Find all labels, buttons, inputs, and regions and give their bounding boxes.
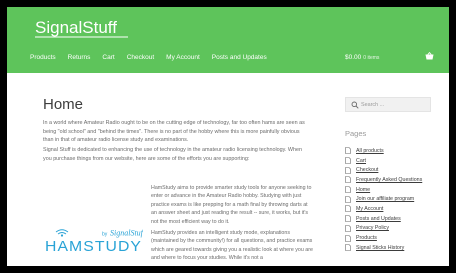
page-icon: [345, 176, 351, 184]
page-link-all-products[interactable]: All products: [345, 146, 422, 156]
page-icon: [345, 225, 351, 232]
pages-heading: Pages: [345, 129, 367, 138]
hamstudy-logo-by: by: [102, 232, 108, 238]
site-logo-text: SignalStuff: [35, 18, 117, 37]
page-link-checkout[interactable]: Checkout: [345, 165, 422, 175]
nav-item-posts-and-updates[interactable]: Posts and Updates: [212, 54, 267, 61]
page-link-products[interactable]: Products: [345, 233, 422, 243]
page-link-posts-and-updates[interactable]: Posts and Updates: [345, 214, 422, 224]
hamstudy-logo-word: HAMSTUDY: [45, 238, 142, 255]
search-placeholder: Search ...: [361, 101, 385, 108]
cart-icon[interactable]: [425, 52, 434, 60]
page-link-cart[interactable]: Cart: [345, 156, 422, 166]
page-icon: [345, 205, 351, 213]
page-link-label: All products: [356, 147, 384, 154]
page-link-label: Join our affiliate program: [356, 196, 415, 203]
page-icon: [345, 234, 351, 242]
page-link-label: Signal Sticks History: [356, 244, 405, 251]
nav-item-my-account[interactable]: My Account: [166, 54, 200, 61]
hamstudy-paragraph-2: HamStudy provides an intelligent study m…: [151, 230, 313, 262]
hamstudy-logo[interactable]: by SignalStuff HAMSTUDY: [45, 227, 143, 257]
page-title: Home: [43, 96, 84, 113]
cart-total: $0.00: [345, 54, 362, 61]
page-icon: [345, 215, 351, 222]
page-icon: [345, 166, 351, 174]
page-icon: [345, 186, 351, 193]
page-icon: [345, 147, 351, 155]
page-link-label: Checkout: [356, 167, 379, 174]
page-link-faq[interactable]: Frequently Asked Questions: [345, 175, 422, 185]
page-link-affiliate[interactable]: Join our affiliate program: [345, 194, 422, 204]
search-input[interactable]: Search ...: [345, 97, 431, 112]
site-logo[interactable]: SignalStuff: [34, 15, 130, 41]
page-link-label: My Account: [356, 205, 384, 212]
nav-item-products[interactable]: Products: [30, 54, 56, 61]
nav-item-checkout[interactable]: Checkout: [127, 54, 154, 61]
cart-summary[interactable]: $0.00 0 items: [345, 54, 379, 61]
main-nav: Products Returns Cart Checkout My Accoun…: [30, 54, 267, 61]
hamstudy-logo-brand: SignalStuff: [110, 229, 143, 238]
page-icon: [345, 195, 351, 203]
support-paragraph: Signal Stuff is dedicated to enhancing t…: [43, 147, 303, 162]
nav-item-returns[interactable]: Returns: [68, 54, 91, 61]
page-icon: [345, 244, 351, 252]
page-link-label: Products: [356, 235, 377, 242]
nav-item-cart[interactable]: Cart: [102, 54, 114, 61]
search-icon: [351, 101, 359, 109]
page-icon: [345, 157, 351, 164]
hamstudy-paragraph-1: HamStudy aims to provide smarter study t…: [151, 185, 312, 225]
intro-paragraph: In a world where Amateur Radio ought to …: [43, 120, 305, 143]
page-link-label: Frequently Asked Questions: [356, 176, 423, 183]
pages-list: All products Cart Checkout Frequently As…: [345, 146, 422, 253]
page-link-label: Home: [356, 186, 371, 193]
page-link-label: Privacy Policy: [356, 225, 389, 232]
cart-count: 0 items: [363, 55, 380, 61]
page-link-label: Cart: [356, 157, 367, 164]
radio-waves-icon: [55, 229, 69, 237]
page-link-home[interactable]: Home: [345, 185, 422, 195]
site-header: SignalStuff Products Returns Cart Checko…: [7, 7, 449, 73]
page-link-label: Posts and Updates: [356, 215, 401, 222]
browser-page: SignalStuff Products Returns Cart Checko…: [7, 7, 449, 266]
page-link-signal-sticks-history[interactable]: Signal Sticks History: [345, 243, 422, 253]
page-link-my-account[interactable]: My Account: [345, 204, 422, 214]
page-link-privacy-policy[interactable]: Privacy Policy: [345, 224, 422, 234]
